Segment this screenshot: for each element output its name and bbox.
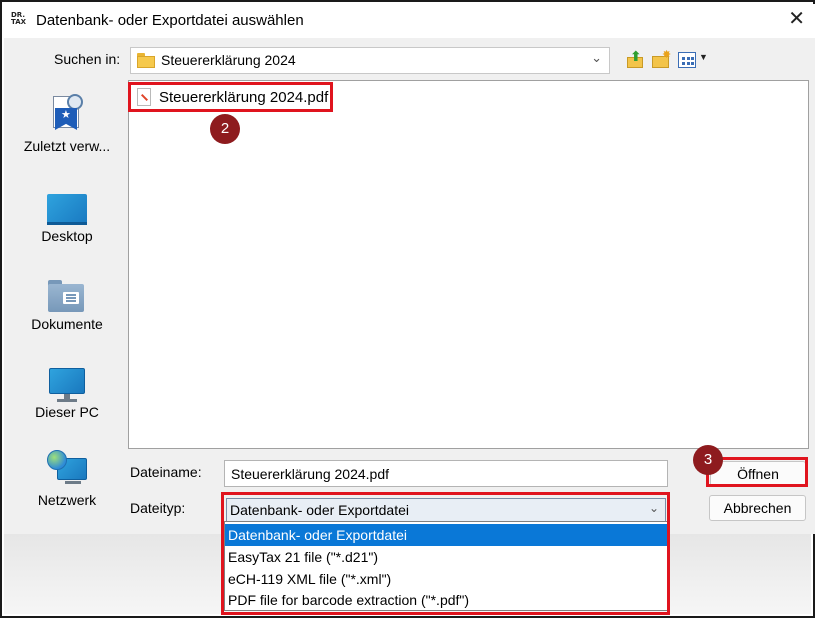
folder-up-button[interactable]: ⬆ — [624, 48, 648, 72]
chevron-down-icon[interactable]: ⌄ — [591, 50, 602, 66]
folder-icon — [137, 53, 155, 68]
documents-folder-icon — [47, 280, 87, 318]
network-icon — [47, 450, 87, 488]
place-label: Dokumente — [31, 316, 103, 332]
place-this-pc[interactable]: Dieser PC — [10, 356, 124, 436]
recent-places-icon: ★ — [47, 94, 87, 132]
file-item[interactable]: Steuererklärung 2024.pdf — [131, 84, 328, 110]
filetype-dropdown[interactable]: Datenbank- oder Exportdatei ⌄ — [226, 498, 666, 522]
step-badge-3: 3 — [693, 445, 723, 475]
drtax-app-icon: DR. TAX — [11, 12, 29, 30]
place-label: Dieser PC — [35, 404, 99, 420]
screenshot-frame: DR. TAX Datenbank- oder Exportdatei ausw… — [0, 0, 815, 618]
place-documents[interactable]: Dokumente — [10, 268, 124, 348]
view-menu-icon — [678, 52, 696, 68]
filetype-label: Dateityp: — [130, 500, 186, 516]
place-label: Zuletzt verw... — [23, 138, 111, 154]
chevron-down-icon[interactable]: ⌄ — [649, 501, 659, 515]
desktop-icon — [47, 194, 87, 232]
filename-input[interactable] — [224, 460, 668, 487]
window-title: Datenbank- oder Exportdatei auswählen — [36, 12, 304, 29]
pdf-file-icon — [137, 88, 151, 106]
place-desktop[interactable]: Desktop — [10, 182, 124, 262]
view-menu-button[interactable]: ▼ — [677, 48, 709, 72]
open-button[interactable]: Öffnen — [710, 461, 806, 487]
app-icon-line-2: TAX — [11, 18, 27, 26]
filetype-option[interactable]: PDF file for barcode extraction ("*.pdf"… — [225, 589, 667, 611]
close-icon[interactable]: ✕ — [788, 9, 805, 29]
place-network[interactable]: Netzwerk — [10, 438, 124, 518]
look-in-label: Suchen in: — [54, 51, 121, 67]
new-folder-button[interactable]: ✸ — [650, 48, 674, 72]
look-in-dropdown[interactable]: Steuererklärung 2024 ⌄ — [130, 47, 610, 74]
place-label: Desktop — [41, 228, 93, 244]
caret-down-icon: ▼ — [699, 52, 708, 62]
step-badge-2: 2 — [210, 114, 240, 144]
places-bar: ★ Zuletzt verw... Desktop Dokumente Dies… — [10, 82, 124, 518]
sparkle-icon: ✸ — [662, 49, 672, 61]
filetype-option[interactable]: EasyTax 21 file ("*.d21") — [225, 546, 667, 568]
computer-icon — [47, 368, 87, 406]
file-name: Steuererklärung 2024.pdf — [159, 89, 329, 106]
filename-label: Dateiname: — [130, 464, 202, 480]
title-bar: DR. TAX Datenbank- oder Exportdatei ausw… — [4, 4, 815, 38]
cancel-button[interactable]: Abbrechen — [709, 495, 806, 521]
place-label: Netzwerk — [37, 492, 97, 508]
filetype-option[interactable]: eCH-119 XML file ("*.xml") — [225, 568, 667, 590]
filetype-options-list: Datenbank- oder Exportdatei EasyTax 21 f… — [224, 521, 668, 611]
filetype-value: Datenbank- oder Exportdatei — [230, 502, 409, 518]
filetype-option[interactable]: Datenbank- oder Exportdatei — [225, 524, 667, 546]
up-arrow-icon: ⬆ — [630, 48, 642, 64]
look-in-value: Steuererklärung 2024 — [161, 52, 296, 68]
place-recent[interactable]: ★ Zuletzt verw... — [10, 82, 124, 162]
